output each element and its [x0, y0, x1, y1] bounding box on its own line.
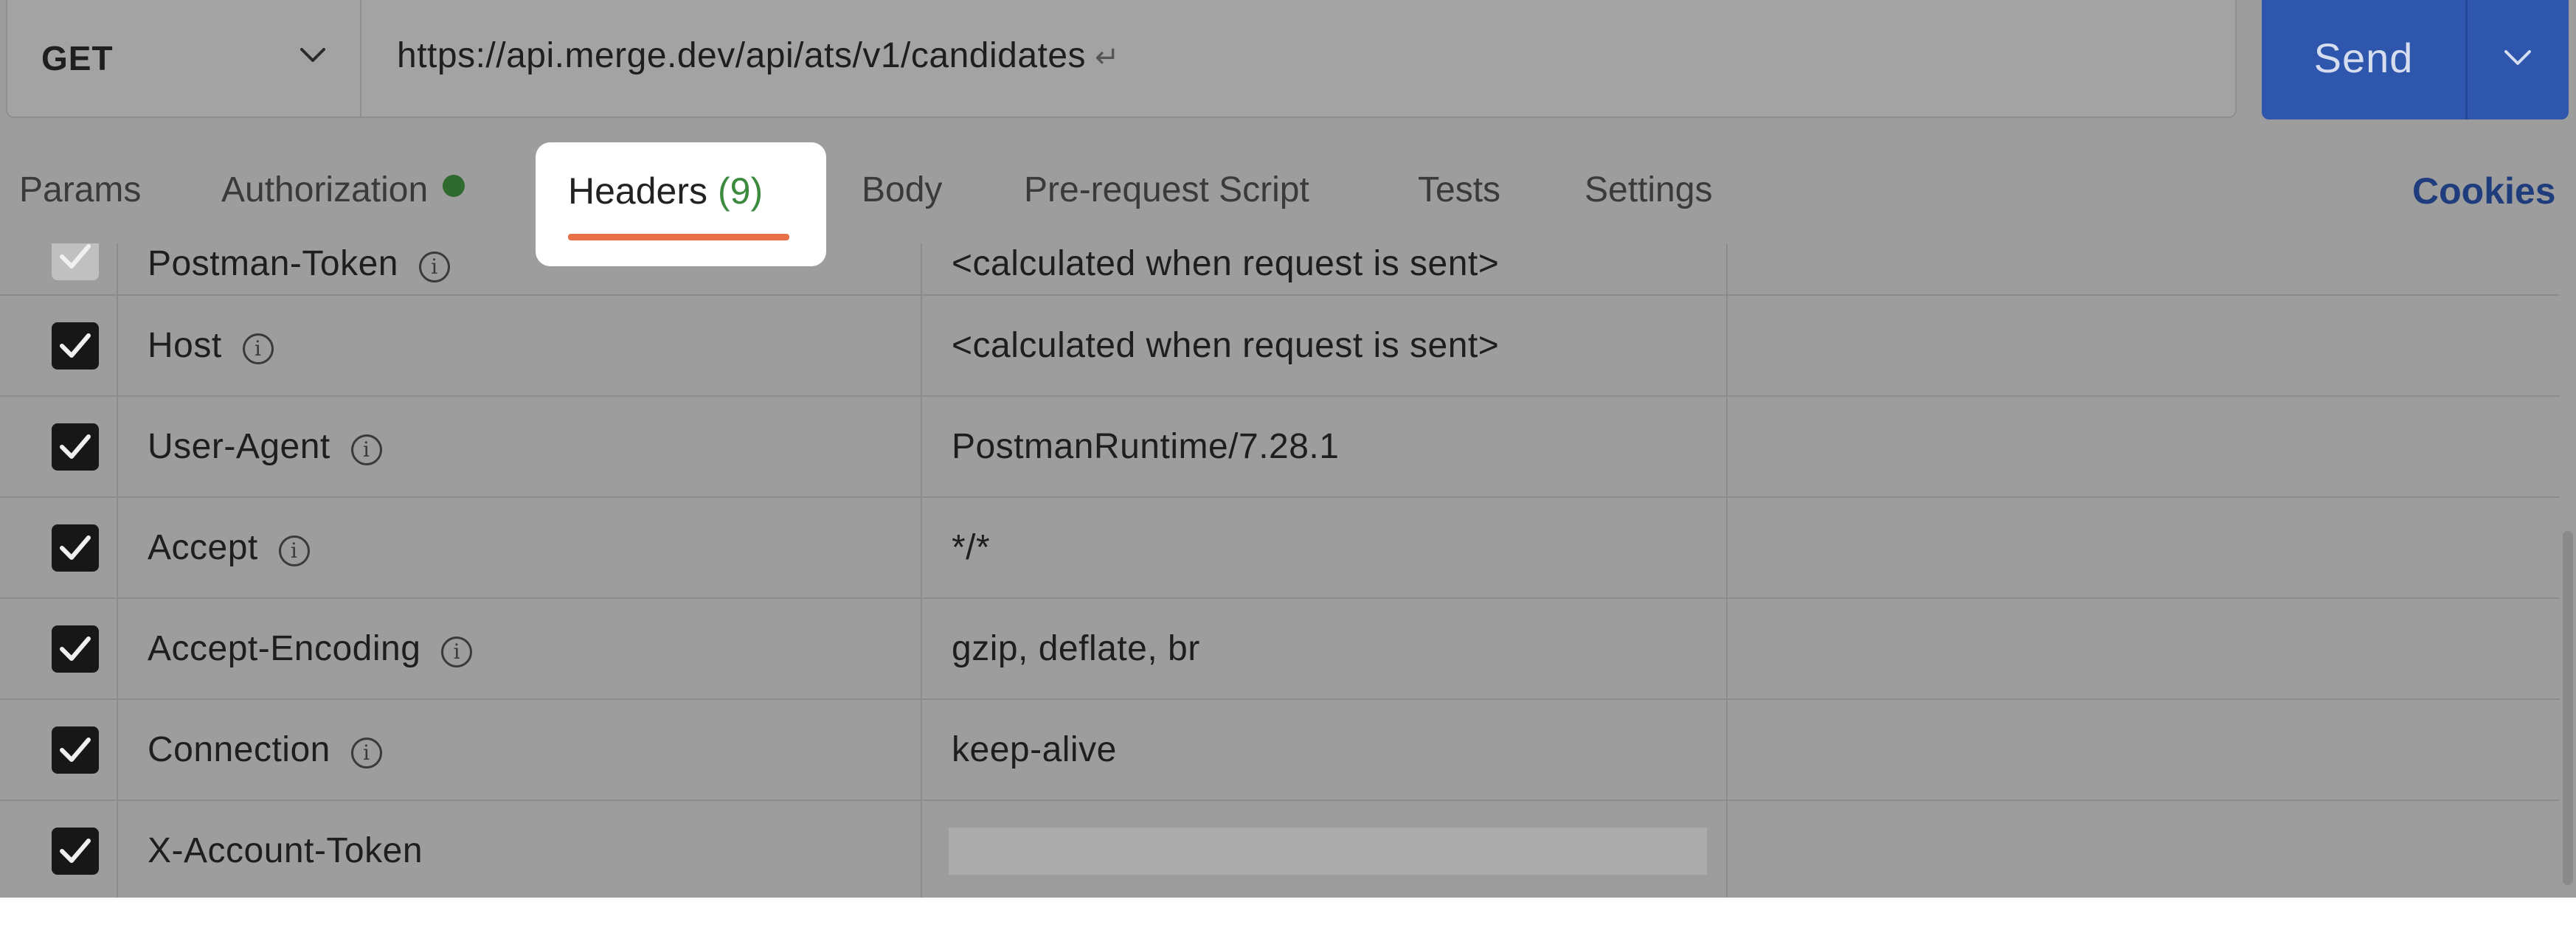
- header-key[interactable]: Accept-Encoding i: [148, 628, 473, 669]
- header-key-text: Connection: [148, 730, 330, 769]
- header-key-text: Accept: [148, 528, 258, 567]
- header-enabled-checkbox[interactable]: [52, 726, 99, 774]
- header-key[interactable]: Accept i: [148, 527, 310, 568]
- table-row[interactable]: Host i <calculated when request is sent>: [0, 296, 2560, 397]
- redacted-header-value[interactable]: [949, 828, 1707, 875]
- header-enabled-checkbox[interactable]: [52, 524, 99, 572]
- header-enabled-checkbox[interactable]: [52, 423, 99, 471]
- tab-headers-text: Headers: [568, 170, 707, 212]
- active-tab-indicator: [568, 234, 789, 240]
- checkmark-icon: [60, 839, 91, 863]
- tab-pre-request-script[interactable]: Pre-request Script: [1024, 170, 1309, 210]
- header-value[interactable]: gzip, deflate, br: [952, 628, 1200, 669]
- header-value[interactable]: <calculated when request is sent>: [952, 243, 1499, 284]
- table-row[interactable]: X-Account-Token: [0, 801, 2560, 898]
- cookies-link[interactable]: Cookies: [2412, 170, 2556, 212]
- header-enabled-checkbox[interactable]: [52, 322, 99, 370]
- header-value[interactable]: PostmanRuntime/7.28.1: [952, 426, 1339, 467]
- header-value[interactable]: <calculated when request is sent>: [952, 325, 1499, 366]
- header-key-text: Accept-Encoding: [148, 629, 421, 668]
- checkmark-icon: [60, 738, 91, 762]
- postman-request-panel: GET https://api.merge.dev/api/ats/v1/can…: [0, 0, 2576, 898]
- header-enabled-checkbox[interactable]: [52, 243, 99, 280]
- headers-count-badge: (9): [718, 170, 764, 212]
- chevron-down-icon: [2504, 50, 2531, 65]
- headers-table: Postman-Token i <calculated when request …: [0, 243, 2560, 898]
- header-key-text: Postman-Token: [148, 244, 398, 283]
- tab-params[interactable]: Params: [19, 170, 141, 210]
- checkmark-icon: [60, 535, 91, 560]
- tab-body[interactable]: Body: [862, 170, 942, 210]
- header-value[interactable]: keep-alive: [952, 729, 1117, 770]
- send-button[interactable]: Send: [2262, 0, 2465, 119]
- status-dot-icon: [443, 175, 465, 197]
- info-icon[interactable]: i: [350, 434, 382, 465]
- tab-settings[interactable]: Settings: [1585, 170, 1712, 210]
- return-icon: ↵: [1095, 41, 1121, 74]
- tab-tests[interactable]: Tests: [1418, 170, 1500, 210]
- header-key-text: User-Agent: [148, 427, 330, 466]
- send-button-group: Send: [2262, 0, 2569, 119]
- info-icon[interactable]: i: [242, 333, 274, 364]
- table-row[interactable]: Connection i keep-alive: [0, 700, 2560, 801]
- checkmark-icon: [60, 637, 91, 661]
- http-method-label: GET: [41, 39, 114, 77]
- table-row[interactable]: Accept-Encoding i gzip, deflate, br: [0, 599, 2560, 700]
- request-url-input[interactable]: https://api.merge.dev/api/ats/v1/candida…: [397, 35, 1120, 76]
- info-icon[interactable]: i: [278, 535, 310, 566]
- header-enabled-checkbox[interactable]: [52, 625, 99, 673]
- chevron-down-icon: [300, 48, 325, 62]
- request-url-text: https://api.merge.dev/api/ats/v1/candida…: [397, 36, 1087, 75]
- http-method-select[interactable]: GET: [7, 0, 361, 117]
- header-key-text: Host: [148, 326, 222, 365]
- table-row[interactable]: Accept i */*: [0, 498, 2560, 599]
- header-key[interactable]: X-Account-Token: [148, 830, 423, 871]
- vertical-scrollbar[interactable]: [2563, 531, 2573, 885]
- header-value[interactable]: */*: [952, 527, 990, 568]
- checkmark-icon: [60, 434, 91, 459]
- send-options-dropdown[interactable]: [2468, 0, 2569, 119]
- header-key-text: X-Account-Token: [148, 831, 423, 870]
- table-row[interactable]: Postman-Token i <calculated when request …: [0, 243, 2560, 296]
- tab-authorization[interactable]: Authorization: [221, 170, 465, 210]
- header-key[interactable]: User-Agent i: [148, 426, 382, 467]
- request-url-bar: GET https://api.merge.dev/api/ats/v1/can…: [6, 0, 2237, 118]
- header-key[interactable]: Connection i: [148, 729, 382, 770]
- tab-headers-label: Headers (9): [568, 170, 763, 212]
- header-key[interactable]: Postman-Token i: [148, 243, 450, 284]
- checkmark-icon: [60, 333, 91, 358]
- tab-authorization-label: Authorization: [221, 170, 429, 209]
- header-key[interactable]: Host i: [148, 325, 274, 366]
- info-icon[interactable]: i: [441, 637, 473, 667]
- send-button-label: Send: [2313, 35, 2414, 81]
- table-row[interactable]: User-Agent i PostmanRuntime/7.28.1: [0, 397, 2560, 498]
- header-enabled-checkbox[interactable]: [52, 828, 99, 875]
- info-icon[interactable]: i: [350, 738, 382, 769]
- info-icon[interactable]: i: [419, 252, 450, 282]
- checkmark-icon: [60, 244, 91, 268]
